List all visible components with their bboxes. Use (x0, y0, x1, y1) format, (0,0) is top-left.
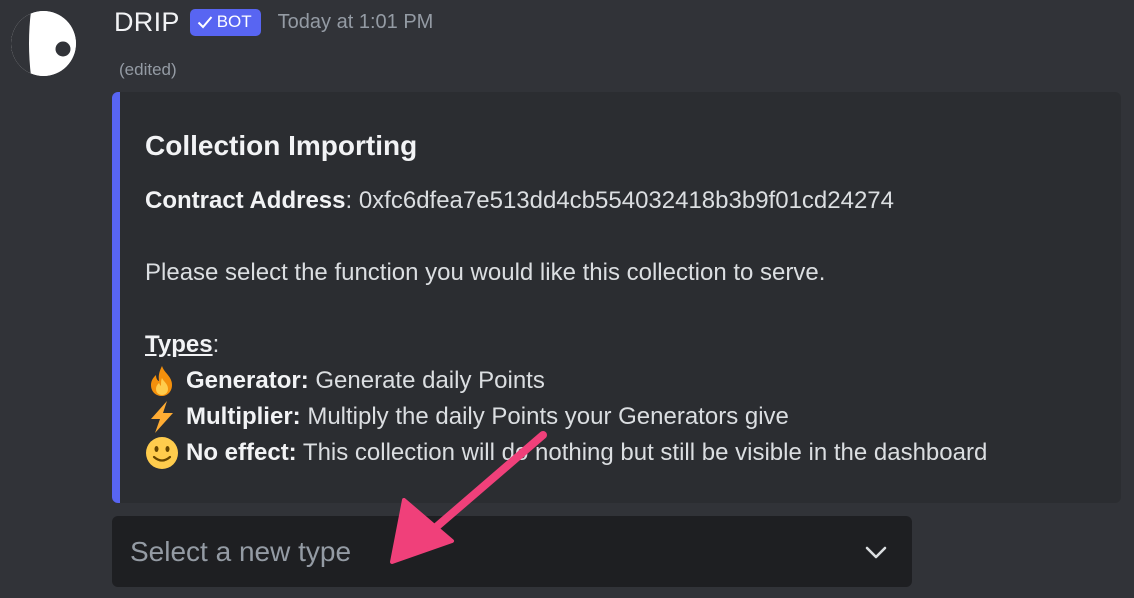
contract-address-separator: : (345, 187, 353, 214)
bot-avatar[interactable] (11, 11, 76, 76)
contract-address-line: Contract Address: 0xfc6dfea7e513dd4cb554… (145, 187, 894, 215)
embed-card: Collection Importing Contract Address: 0… (112, 92, 1121, 503)
type-desc-generator: Generate daily Points (308, 367, 545, 394)
types-heading-line: Types: (145, 331, 219, 359)
select-placeholder: Select a new type (130, 536, 352, 567)
type-select-menu[interactable]: Select a new type (112, 516, 912, 587)
avatar-logo-icon (11, 11, 76, 76)
type-label-multiplier: Multiplier: (186, 403, 301, 430)
types-heading-colon: : (212, 331, 220, 358)
message-header: DRIP BOT Today at 1:01 PM (114, 4, 433, 40)
type-label-no-effect: No effect: (186, 439, 297, 466)
embed-title: Collection Importing (145, 130, 418, 161)
embed-accent-bar (112, 92, 120, 503)
type-item-no-effect: No effect: This collection will do nothi… (145, 436, 987, 470)
type-item-multiplier: Multiplier: Multiply the daily Points yo… (145, 400, 789, 434)
type-label-generator: Generator: (186, 367, 309, 394)
edited-indicator: (edited) (119, 60, 177, 79)
embed-prompt: Please select the function you would lik… (145, 259, 826, 286)
username[interactable]: DRIP (114, 7, 180, 38)
message-timestamp[interactable]: Today at 1:01 PM (278, 11, 434, 34)
lightning-icon (145, 400, 179, 434)
type-item-generator: Generator: Generate daily Points (145, 364, 545, 398)
bot-badge-label: BOT (216, 12, 252, 31)
types-heading: Types (145, 331, 213, 358)
smiley-icon (145, 436, 179, 470)
type-desc-multiplier: Multiply the daily Points your Generator… (300, 403, 789, 430)
contract-address-label: Contract Address (145, 187, 346, 214)
checkmark-icon (197, 16, 212, 29)
fire-icon (145, 364, 179, 398)
type-desc-no-effect: This collection will do nothing but stil… (296, 439, 988, 466)
chevron-down-icon (865, 546, 887, 559)
contract-address-value: 0xfc6dfea7e513dd4cb554032418b3b9f01cd242… (352, 187, 894, 214)
bot-badge: BOT (189, 8, 261, 36)
chat-message: DRIP BOT Today at 1:01 PM (edited) Colle… (0, 0, 1134, 598)
